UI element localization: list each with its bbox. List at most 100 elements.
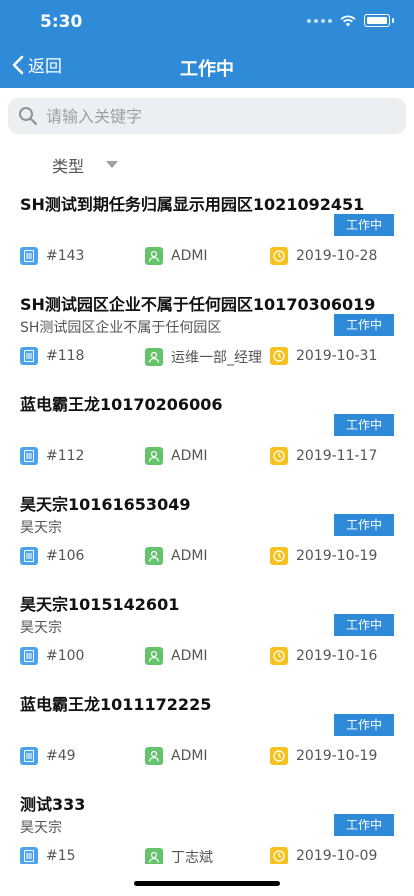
item-subtitle: 昊天宗 xyxy=(20,620,62,636)
search-bar[interactable] xyxy=(8,98,406,134)
item-id: #118 xyxy=(20,347,84,365)
status-badge: 工作中 xyxy=(334,614,394,636)
status-badge: 工作中 xyxy=(334,514,394,536)
item-id: #100 xyxy=(20,647,84,665)
item-date-text: 2019-10-19 xyxy=(296,748,378,764)
list-item[interactable]: 蓝电霸王龙1011172225 工作中 #49 ADMI 2019-10-19 xyxy=(0,680,414,780)
type-filter-dropdown[interactable]: 类型 xyxy=(52,153,119,177)
user-icon xyxy=(145,348,163,366)
list-item[interactable]: SH测试到期任务归属显示用园区1021092451 工作中 #143 ADMI … xyxy=(0,180,414,280)
item-user-text: 丁志斌 xyxy=(171,850,213,864)
list-item[interactable]: 昊天宗10161653049 昊天宗 工作中 #106 ADMI 2019-10… xyxy=(0,480,414,580)
status-badge: 工作中 xyxy=(334,314,394,336)
user-icon xyxy=(145,447,163,465)
list-item[interactable]: 昊天宗1015142601 昊天宗 工作中 #100 ADMI 2019-10-… xyxy=(0,580,414,680)
document-icon xyxy=(20,347,38,365)
item-title: 蓝电霸王龙10170206006 xyxy=(20,395,223,414)
clock-icon xyxy=(270,747,288,765)
item-date: 2019-10-19 xyxy=(270,747,377,765)
clock-icon xyxy=(270,547,288,565)
item-user-text: ADMI xyxy=(171,548,208,564)
item-id: #15 xyxy=(20,847,76,864)
clock-icon xyxy=(270,247,288,265)
page-title: 工作中 xyxy=(180,59,234,80)
item-date-text: 2019-10-16 xyxy=(296,648,378,664)
item-date-text: 2019-10-28 xyxy=(296,248,378,264)
item-id-text: #100 xyxy=(46,648,85,664)
item-user: 运维一部_经理 xyxy=(145,347,262,367)
item-id: #143 xyxy=(20,247,84,265)
item-user: ADMI xyxy=(145,247,208,265)
filter-label: 类型 xyxy=(52,157,85,176)
list-item[interactable]: 测试333 昊天宗 工作中 #15 丁志斌 2019-10-09 xyxy=(0,780,414,864)
item-id: #49 xyxy=(20,747,76,765)
item-date-text: 2019-10-09 xyxy=(296,848,378,864)
user-icon xyxy=(145,647,163,665)
item-user-text: 运维一部_经理 xyxy=(171,350,262,366)
clock-icon xyxy=(270,447,288,465)
item-user: 丁志斌 xyxy=(145,847,213,864)
home-indicator[interactable] xyxy=(134,881,280,886)
item-user: ADMI xyxy=(145,647,208,665)
item-id: #106 xyxy=(20,547,84,565)
document-icon xyxy=(20,247,38,265)
search-input[interactable] xyxy=(46,106,386,126)
user-icon xyxy=(145,547,163,565)
list-item[interactable]: SH测试园区企业不属于任何园区10170306019 SH测试园区企业不属于任何… xyxy=(0,280,414,380)
document-icon xyxy=(20,747,38,765)
item-date: 2019-10-28 xyxy=(270,247,377,265)
item-id: #112 xyxy=(20,447,84,465)
item-id-text: #15 xyxy=(46,848,76,864)
document-icon xyxy=(20,647,38,665)
list-item[interactable]: 蓝电霸王龙10170206006 工作中 #112 ADMI 2019-11-1… xyxy=(0,380,414,480)
item-user: ADMI xyxy=(145,747,208,765)
status-badge: 工作中 xyxy=(334,714,394,736)
item-id-text: #112 xyxy=(46,448,85,464)
item-user-text: ADMI xyxy=(171,448,208,464)
item-date: 2019-10-31 xyxy=(270,347,377,365)
item-user-text: ADMI xyxy=(171,748,208,764)
user-icon xyxy=(145,848,163,864)
item-date: 2019-11-17 xyxy=(270,447,377,465)
item-date: 2019-10-19 xyxy=(270,547,377,565)
item-date-text: 2019-10-19 xyxy=(296,548,378,564)
item-id-text: #118 xyxy=(46,348,85,364)
item-user-text: ADMI xyxy=(171,248,208,264)
caret-down-icon xyxy=(106,161,119,168)
item-user: ADMI xyxy=(145,547,208,565)
document-icon xyxy=(20,447,38,465)
status-badge: 工作中 xyxy=(334,814,394,836)
item-id-text: #106 xyxy=(46,548,85,564)
status-badge: 工作中 xyxy=(334,414,394,436)
clock-icon xyxy=(270,347,288,365)
task-list: SH测试到期任务归属显示用园区1021092451 工作中 #143 ADMI … xyxy=(0,180,414,864)
item-date: 2019-10-09 xyxy=(270,847,377,864)
item-date-text: 2019-11-17 xyxy=(296,448,378,464)
clock-icon xyxy=(270,647,288,665)
status-badge: 工作中 xyxy=(334,214,394,236)
item-title: SH测试到期任务归属显示用园区1021092451 xyxy=(20,195,365,214)
status-icons xyxy=(307,14,394,27)
item-id-text: #49 xyxy=(46,748,76,764)
status-time: 5:30 xyxy=(40,12,83,32)
signal-icon xyxy=(307,18,332,23)
clock-icon xyxy=(270,847,288,864)
document-icon xyxy=(20,847,38,864)
item-user-text: ADMI xyxy=(171,648,208,664)
item-title: 测试333 xyxy=(20,795,86,814)
document-icon xyxy=(20,547,38,565)
item-user: ADMI xyxy=(145,447,208,465)
item-id-text: #143 xyxy=(46,248,85,264)
item-title: 蓝电霸王龙1011172225 xyxy=(20,695,212,714)
item-title: SH测试园区企业不属于任何园区10170306019 xyxy=(20,295,376,314)
user-icon xyxy=(145,247,163,265)
item-subtitle: 昊天宗 xyxy=(20,520,62,536)
item-subtitle: SH测试园区企业不属于任何园区 xyxy=(20,320,222,336)
wifi-icon xyxy=(340,14,356,26)
item-title: 昊天宗1015142601 xyxy=(20,595,180,614)
user-icon xyxy=(145,747,163,765)
nav-header: 5:30 返回 工作中 xyxy=(0,0,414,88)
item-date: 2019-10-16 xyxy=(270,647,377,665)
item-date-text: 2019-10-31 xyxy=(296,348,378,364)
search-icon xyxy=(19,107,38,126)
